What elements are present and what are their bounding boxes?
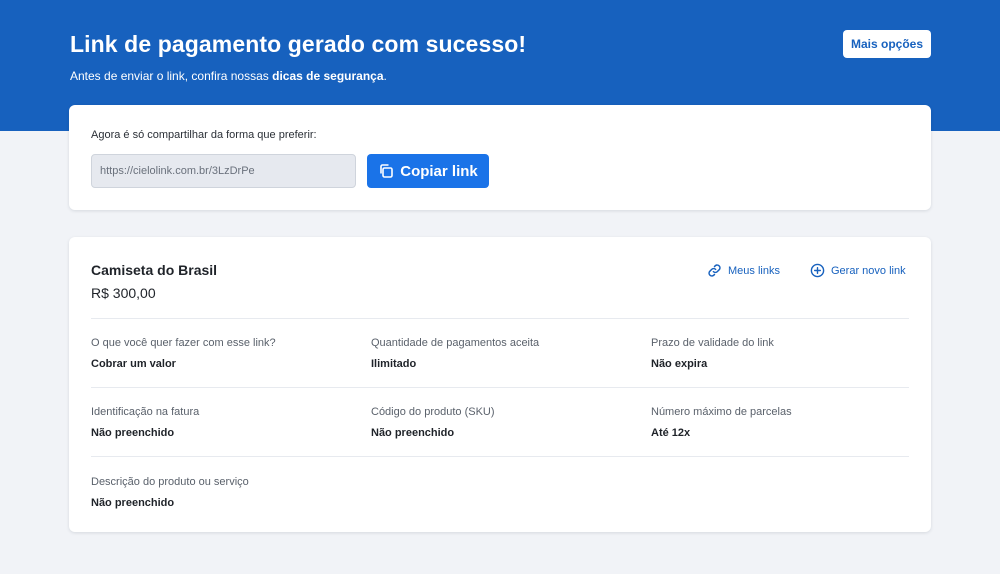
my-links-link[interactable]: Meus links [707,263,780,278]
field-label: Prazo de validade do link [651,337,774,349]
field-value: Até 12x [651,427,691,439]
link-details-card: Camiseta do Brasil R$ 300,00 Meus links … [69,237,931,532]
generate-new-link-label: Gerar novo link [831,264,906,277]
field-value: Ilimitado [371,358,417,370]
field-label: Identificação na fatura [91,406,200,418]
divider [91,456,909,457]
field-sku: Código do produto (SKU) Não preenchido [371,406,495,439]
field-invoice-id: Identificação na fatura Não preenchido [91,406,199,439]
copy-link-button[interactable]: Copiar link [367,154,489,188]
page-title: Link de pagamento gerado com sucesso! [70,31,527,57]
field-value: Não expira [651,358,708,370]
product-price: R$ 300,00 [91,285,156,301]
field-label: Código do produto (SKU) [371,406,495,418]
field-label: Descrição do produto ou serviço [91,476,249,488]
link-icon [708,264,721,277]
subtitle-end: . [383,69,387,83]
subtitle-text: Antes de enviar o link, confira nossas [70,69,273,83]
field-value: Não preenchido [91,497,175,509]
field-value: Cobrar um valor [91,358,176,370]
field-label: O que você quer fazer com esse link? [91,337,276,349]
security-tips-link[interactable]: dicas de segurança [272,69,383,83]
field-description: Descrição do produto ou serviço Não pree… [91,476,249,509]
field-value: Não preenchido [371,427,455,439]
copy-link-label: Copiar link [400,162,478,180]
product-name: Camiseta do Brasil [91,262,218,278]
page-subtitle: Antes de enviar o link, confira nossas d… [70,69,387,83]
plus-circle-icon [810,263,825,278]
generate-new-link[interactable]: Gerar novo link [810,263,906,278]
share-label: Agora é só compartilhar da forma que pre… [91,129,317,141]
divider [91,318,909,319]
field-label: Número máximo de parcelas [651,406,792,418]
my-links-label: Meus links [728,264,780,277]
link-url-field[interactable] [91,154,356,188]
share-card: Agora é só compartilhar da forma que pre… [69,105,931,210]
field-label: Quantidade de pagamentos aceita [371,337,540,349]
field-payment-quantity: Quantidade de pagamentos aceita Ilimitad… [371,337,539,370]
field-purpose: O que você quer fazer com esse link? Cob… [91,337,276,370]
field-max-installments: Número máximo de parcelas Até 12x [651,406,792,439]
field-validity: Prazo de validade do link Não expira [651,337,774,370]
divider [91,387,909,388]
field-value: Não preenchido [91,427,175,439]
more-options-button[interactable]: Mais opções [843,30,931,58]
copy-icon [380,164,394,178]
